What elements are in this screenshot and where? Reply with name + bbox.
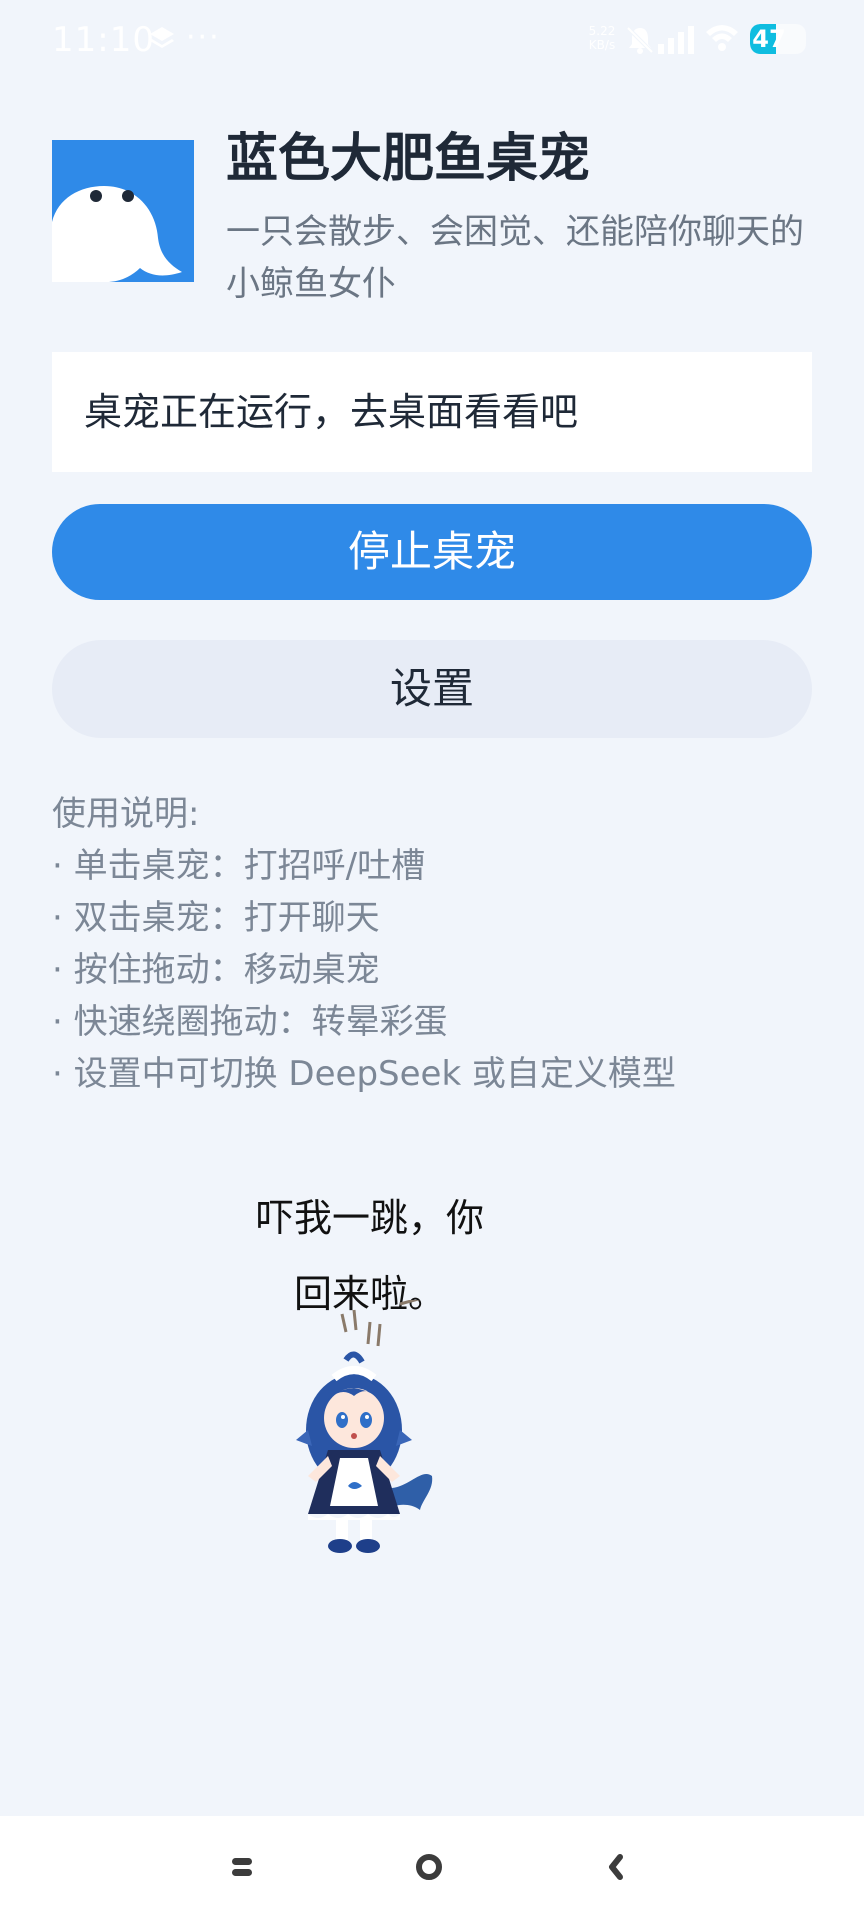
- whale-logo-icon: [52, 140, 194, 282]
- battery-percent: 47: [752, 25, 786, 53]
- stop-pet-button[interactable]: 停止桌宠: [52, 504, 812, 600]
- settings-button[interactable]: 设置: [52, 640, 812, 738]
- instructions-title: 使用说明:: [52, 794, 200, 834]
- whale-maid-pet-icon[interactable]: [282, 1300, 452, 1560]
- network-speed-unit: KB/s: [588, 38, 616, 52]
- back-icon[interactable]: [604, 1852, 628, 1882]
- status-more-dots: ···: [186, 20, 221, 55]
- network-speed-value: 5.22: [588, 24, 616, 38]
- wifi-icon: [706, 25, 738, 51]
- pet-speech-line: 吓我一跳，你: [255, 1196, 484, 1240]
- status-bar: 11:10 ··· 5.22 KB/s 47: [0, 0, 864, 80]
- signal-icon: [658, 26, 694, 54]
- instruction-item: · 快速绕圈拖动：转晕彩蛋: [52, 1002, 448, 1042]
- battery-indicator: 47: [750, 24, 806, 54]
- home-icon[interactable]: [414, 1852, 444, 1882]
- navigation-bar: [0, 1816, 864, 1920]
- app-title: 蓝色大肥鱼桌宠: [226, 129, 591, 189]
- app-subtitle: 一只会散步、会困觉、还能陪你聊天的小鲸鱼女仆: [226, 212, 804, 304]
- instruction-item: · 按住拖动：移动桌宠: [52, 950, 380, 990]
- running-status-text: 桌宠正在运行，去桌面看看吧: [84, 390, 579, 434]
- network-speed: 5.22 KB/s: [584, 24, 620, 52]
- instruction-item: · 设置中可切换 DeepSeek 或自定义模型: [52, 1054, 676, 1094]
- usage-instructions: 使用说明: · 单击桌宠：打招呼/吐槽 · 双击桌宠：打开聊天 · 按住拖动：移…: [52, 788, 812, 1100]
- running-status-card: 桌宠正在运行，去桌面看看吧: [52, 352, 812, 472]
- surprise-marks: [340, 1300, 421, 1347]
- instruction-item: · 双击桌宠：打开聊天: [52, 898, 380, 938]
- instruction-item: · 单击桌宠：打招呼/吐槽: [52, 846, 426, 886]
- mute-bell-icon: [626, 26, 654, 54]
- status-time: 11:10: [52, 20, 155, 60]
- menu-icon[interactable]: [230, 1852, 254, 1882]
- layers-icon: [150, 27, 174, 48]
